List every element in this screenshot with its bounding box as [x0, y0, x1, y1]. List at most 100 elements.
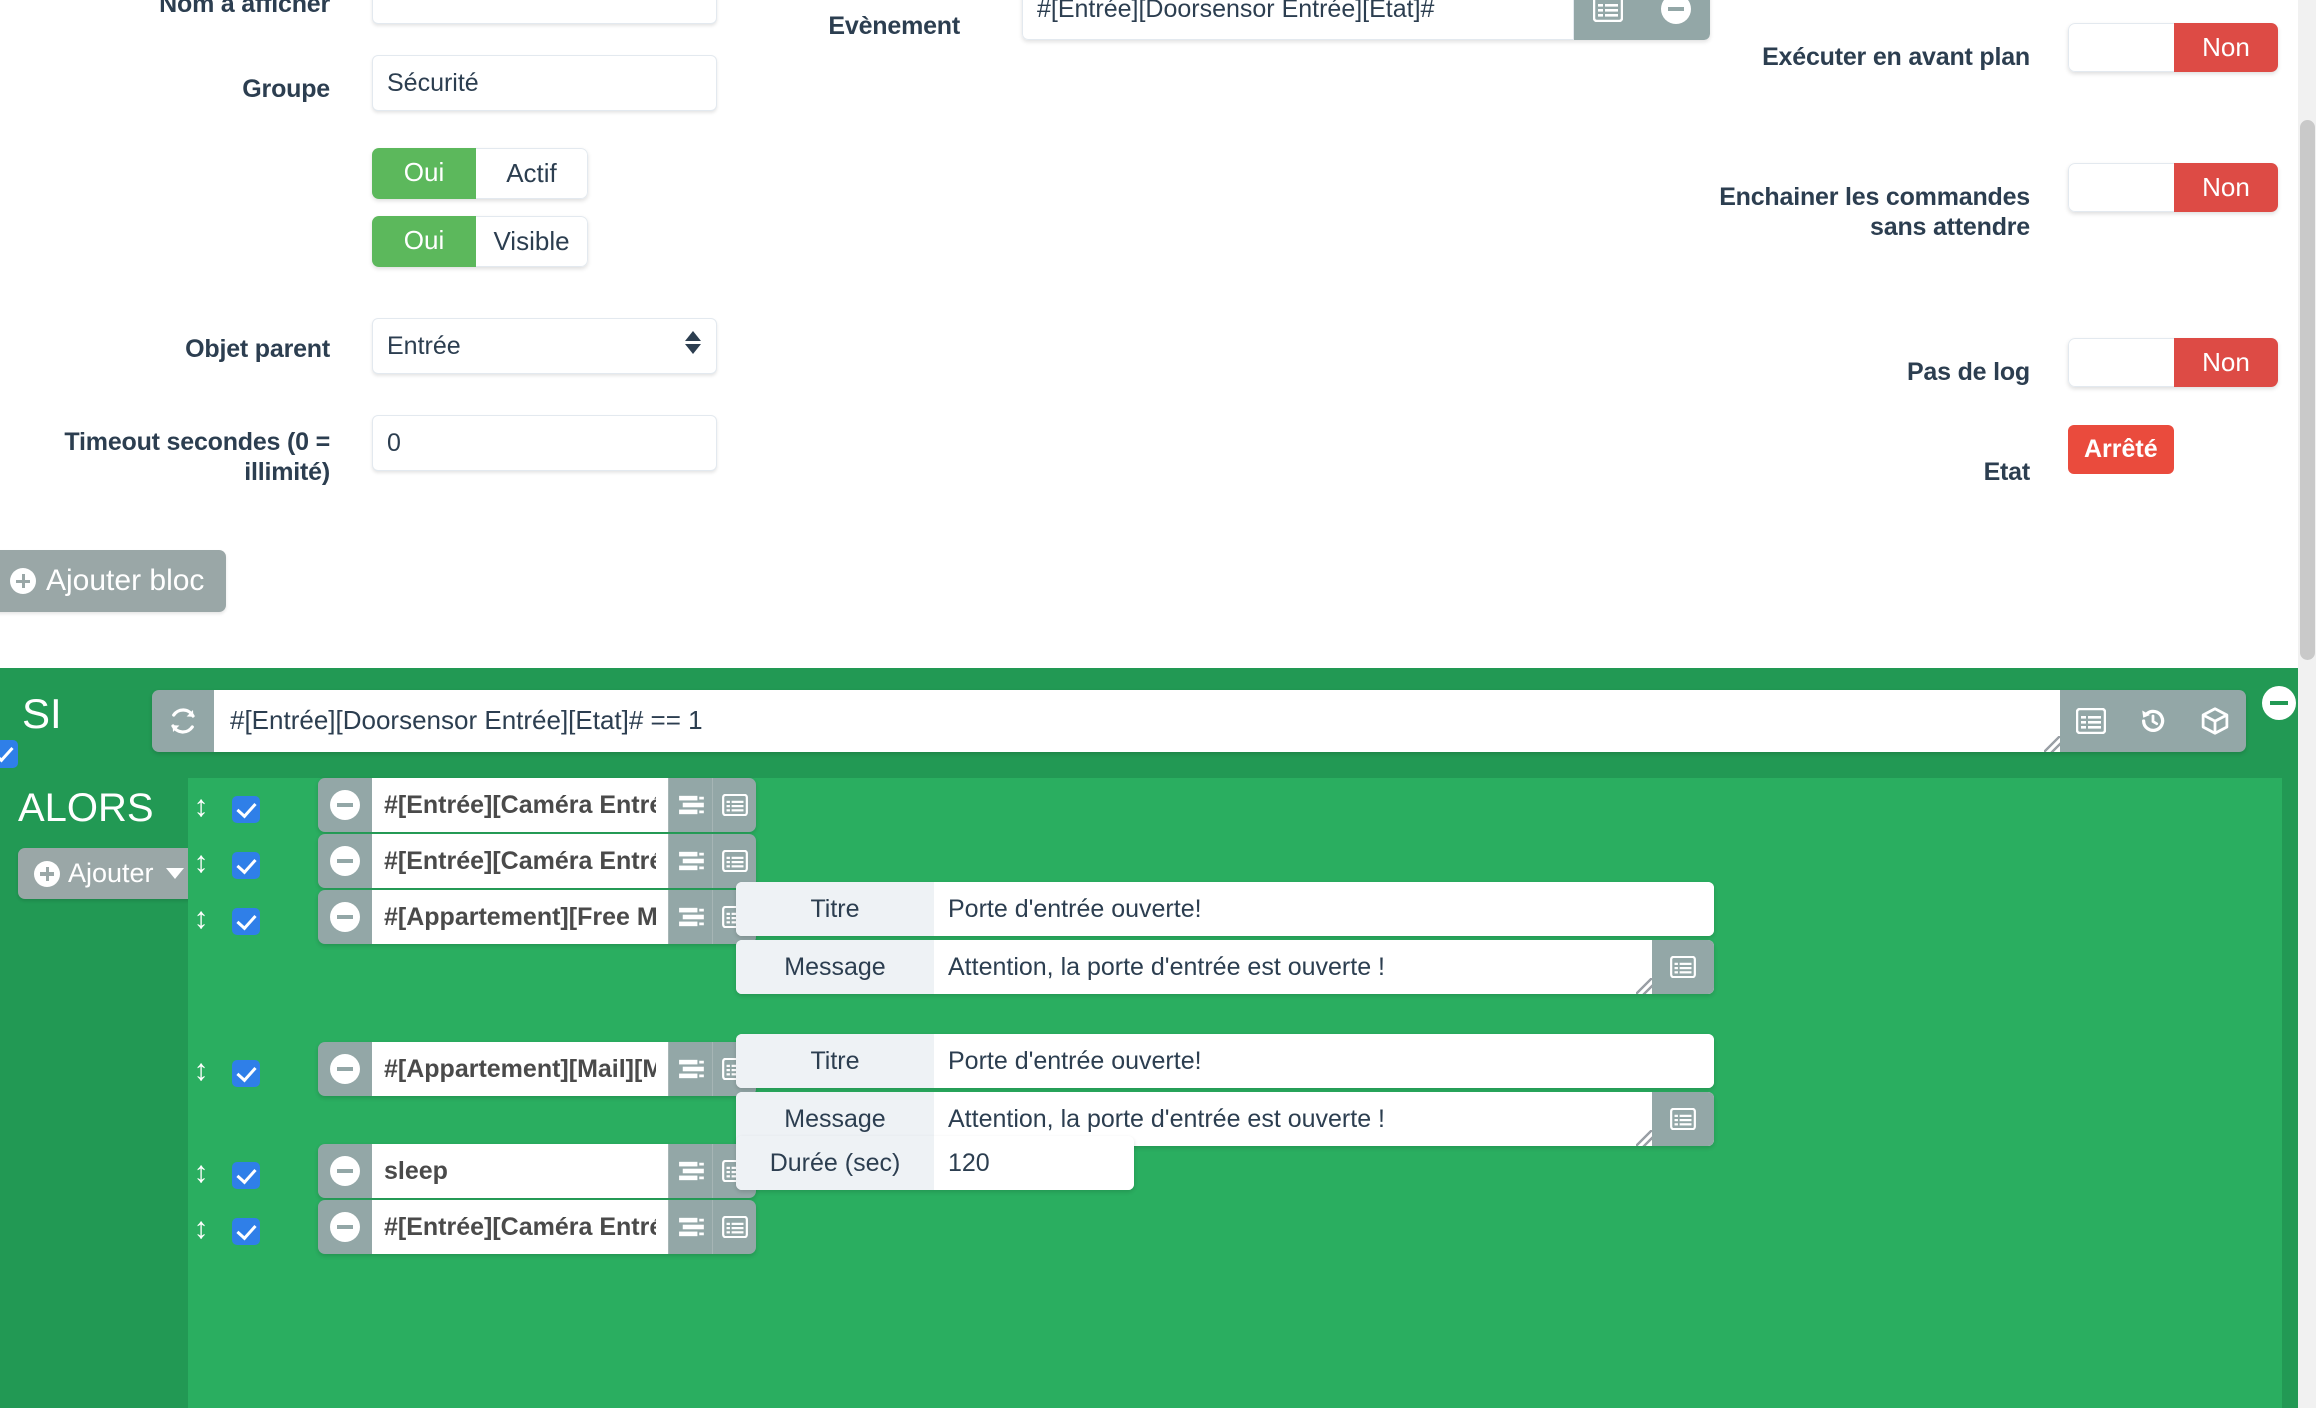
action-command-group	[318, 778, 756, 832]
group-input[interactable]	[372, 55, 717, 111]
action-param-textarea[interactable]	[934, 940, 1652, 994]
action-param-list-icon[interactable]	[1652, 940, 1714, 994]
action-options-icon[interactable]	[668, 1144, 712, 1198]
si-expression-input[interactable]: #[Entrée][Doorsensor Entrée][Etat]# == 1	[214, 690, 2060, 752]
event-label: Evènement	[828, 12, 960, 40]
action-params: Titre Message	[736, 882, 1714, 998]
no-log-toggle-blank[interactable]	[2068, 338, 2174, 387]
cube-icon[interactable]	[2184, 690, 2246, 752]
action-command-input[interactable]	[372, 1042, 668, 1096]
event-input[interactable]	[1022, 0, 1574, 40]
state-label: Etat	[1983, 458, 2031, 486]
action-remove-icon[interactable]	[318, 1042, 372, 1096]
action-enabled-checkbox[interactable]	[232, 796, 260, 823]
parent-object-select[interactable]	[372, 318, 717, 374]
minus-circle-icon	[330, 790, 360, 820]
chain-commands-toggle-state[interactable]: Non	[2174, 163, 2278, 212]
action-options-icon[interactable]	[668, 778, 712, 832]
foreground-toggle[interactable]: Non	[2068, 23, 2278, 72]
event-remove-icon[interactable]	[1642, 0, 1710, 40]
display-name-label: Nom à afficher	[159, 0, 330, 18]
action-remove-icon[interactable]	[318, 778, 372, 832]
minus-circle-icon	[1661, 0, 1691, 24]
parent-object-select-wrapper[interactable]	[372, 318, 717, 374]
minus-circle-icon	[330, 1054, 360, 1084]
parent-object-label: Objet parent	[185, 335, 330, 363]
action-param-row: Message	[736, 940, 1714, 994]
visible-toggle[interactable]: Oui Visible	[372, 216, 588, 267]
timeout-label: Timeout secondes (0 = illimité)	[64, 428, 330, 486]
action-param-input[interactable]	[934, 1136, 1134, 1190]
action-command-input[interactable]	[372, 1200, 668, 1254]
active-toggle-label: Actif	[476, 148, 588, 199]
action-command-input[interactable]	[372, 1144, 668, 1198]
timeout-input[interactable]	[372, 415, 717, 471]
si-label: SI	[22, 690, 62, 737]
action-param-label: Durée (sec)	[736, 1136, 934, 1190]
no-log-toggle[interactable]: Non	[2068, 338, 2278, 387]
action-command-list-icon[interactable]	[712, 1200, 756, 1254]
action-param-list-icon[interactable]	[1652, 1092, 1714, 1146]
visible-toggle-state[interactable]: Oui	[372, 216, 476, 267]
active-toggle[interactable]: Oui Actif	[372, 148, 588, 199]
action-remove-icon[interactable]	[318, 1200, 372, 1254]
event-command-list-icon[interactable]	[1574, 0, 1642, 40]
action-row: ↕	[188, 1042, 756, 1096]
add-block-button[interactable]: Ajouter bloc	[0, 550, 227, 612]
action-param-value-wrapper	[934, 940, 1652, 994]
si-enabled-checkbox[interactable]	[0, 740, 18, 768]
action-remove-icon[interactable]	[318, 1144, 372, 1198]
action-param-input[interactable]	[934, 1034, 1714, 1088]
action-command-list-icon[interactable]	[712, 834, 756, 888]
drag-handle-icon[interactable]: ↕	[188, 1212, 214, 1246]
action-command-group	[318, 1144, 756, 1198]
action-options-icon[interactable]	[668, 1200, 712, 1254]
drag-handle-icon[interactable]: ↕	[188, 1156, 214, 1190]
drag-handle-icon[interactable]: ↕	[188, 846, 214, 880]
chain-commands-toggle-blank[interactable]	[2068, 163, 2174, 212]
actions-panel: ↕ ↕	[188, 778, 2282, 1408]
action-remove-icon[interactable]	[318, 890, 372, 944]
action-param-row: Titre	[736, 882, 1714, 936]
page-scroll-thumb[interactable]	[2300, 120, 2315, 660]
action-command-group	[318, 1200, 756, 1254]
action-enabled-checkbox[interactable]	[232, 1162, 260, 1189]
history-icon[interactable]	[2122, 690, 2184, 752]
drag-handle-icon[interactable]: ↕	[188, 902, 214, 936]
action-options-icon[interactable]	[668, 834, 712, 888]
foreground-toggle-state[interactable]: Non	[2174, 23, 2278, 72]
no-log-toggle-state[interactable]: Non	[2174, 338, 2278, 387]
foreground-toggle-blank[interactable]	[2068, 23, 2174, 72]
action-enabled-checkbox[interactable]	[232, 908, 260, 935]
action-param-input[interactable]	[934, 882, 1714, 936]
display-name-input[interactable]	[372, 0, 717, 24]
action-remove-icon[interactable]	[318, 834, 372, 888]
si-command-list-icon[interactable]	[2060, 690, 2122, 752]
page-scrollbar[interactable]	[2298, 0, 2316, 1408]
drag-handle-icon[interactable]: ↕	[188, 1054, 214, 1088]
group-label: Groupe	[242, 75, 330, 103]
action-command-input[interactable]	[372, 834, 668, 888]
action-row: ↕	[188, 778, 756, 832]
action-options-icon[interactable]	[668, 890, 712, 944]
action-command-input[interactable]	[372, 778, 668, 832]
state-badge[interactable]: Arrêté	[2068, 425, 2174, 474]
action-command-input[interactable]	[372, 890, 668, 944]
alors-label: ALORS	[18, 786, 154, 830]
drag-handle-icon[interactable]: ↕	[188, 790, 214, 824]
action-options-icon[interactable]	[668, 1042, 712, 1096]
refresh-icon[interactable]	[152, 690, 214, 752]
action-params: Titre Message	[736, 1034, 1714, 1150]
si-remove-button[interactable]	[2262, 686, 2296, 720]
chain-commands-toggle[interactable]: Non	[2068, 163, 2278, 212]
action-param-row: Durée (sec)	[736, 1136, 1134, 1190]
chain-commands-label: Enchainer les commandes sans attendre	[1719, 183, 2030, 241]
add-action-button[interactable]: Ajouter	[18, 848, 200, 899]
plus-circle-icon	[10, 568, 36, 594]
active-toggle-state[interactable]: Oui	[372, 148, 476, 199]
action-enabled-checkbox[interactable]	[232, 852, 260, 879]
chevron-down-icon	[165, 868, 184, 879]
action-command-list-icon[interactable]	[712, 778, 756, 832]
action-enabled-checkbox[interactable]	[232, 1060, 260, 1087]
action-enabled-checkbox[interactable]	[232, 1218, 260, 1245]
